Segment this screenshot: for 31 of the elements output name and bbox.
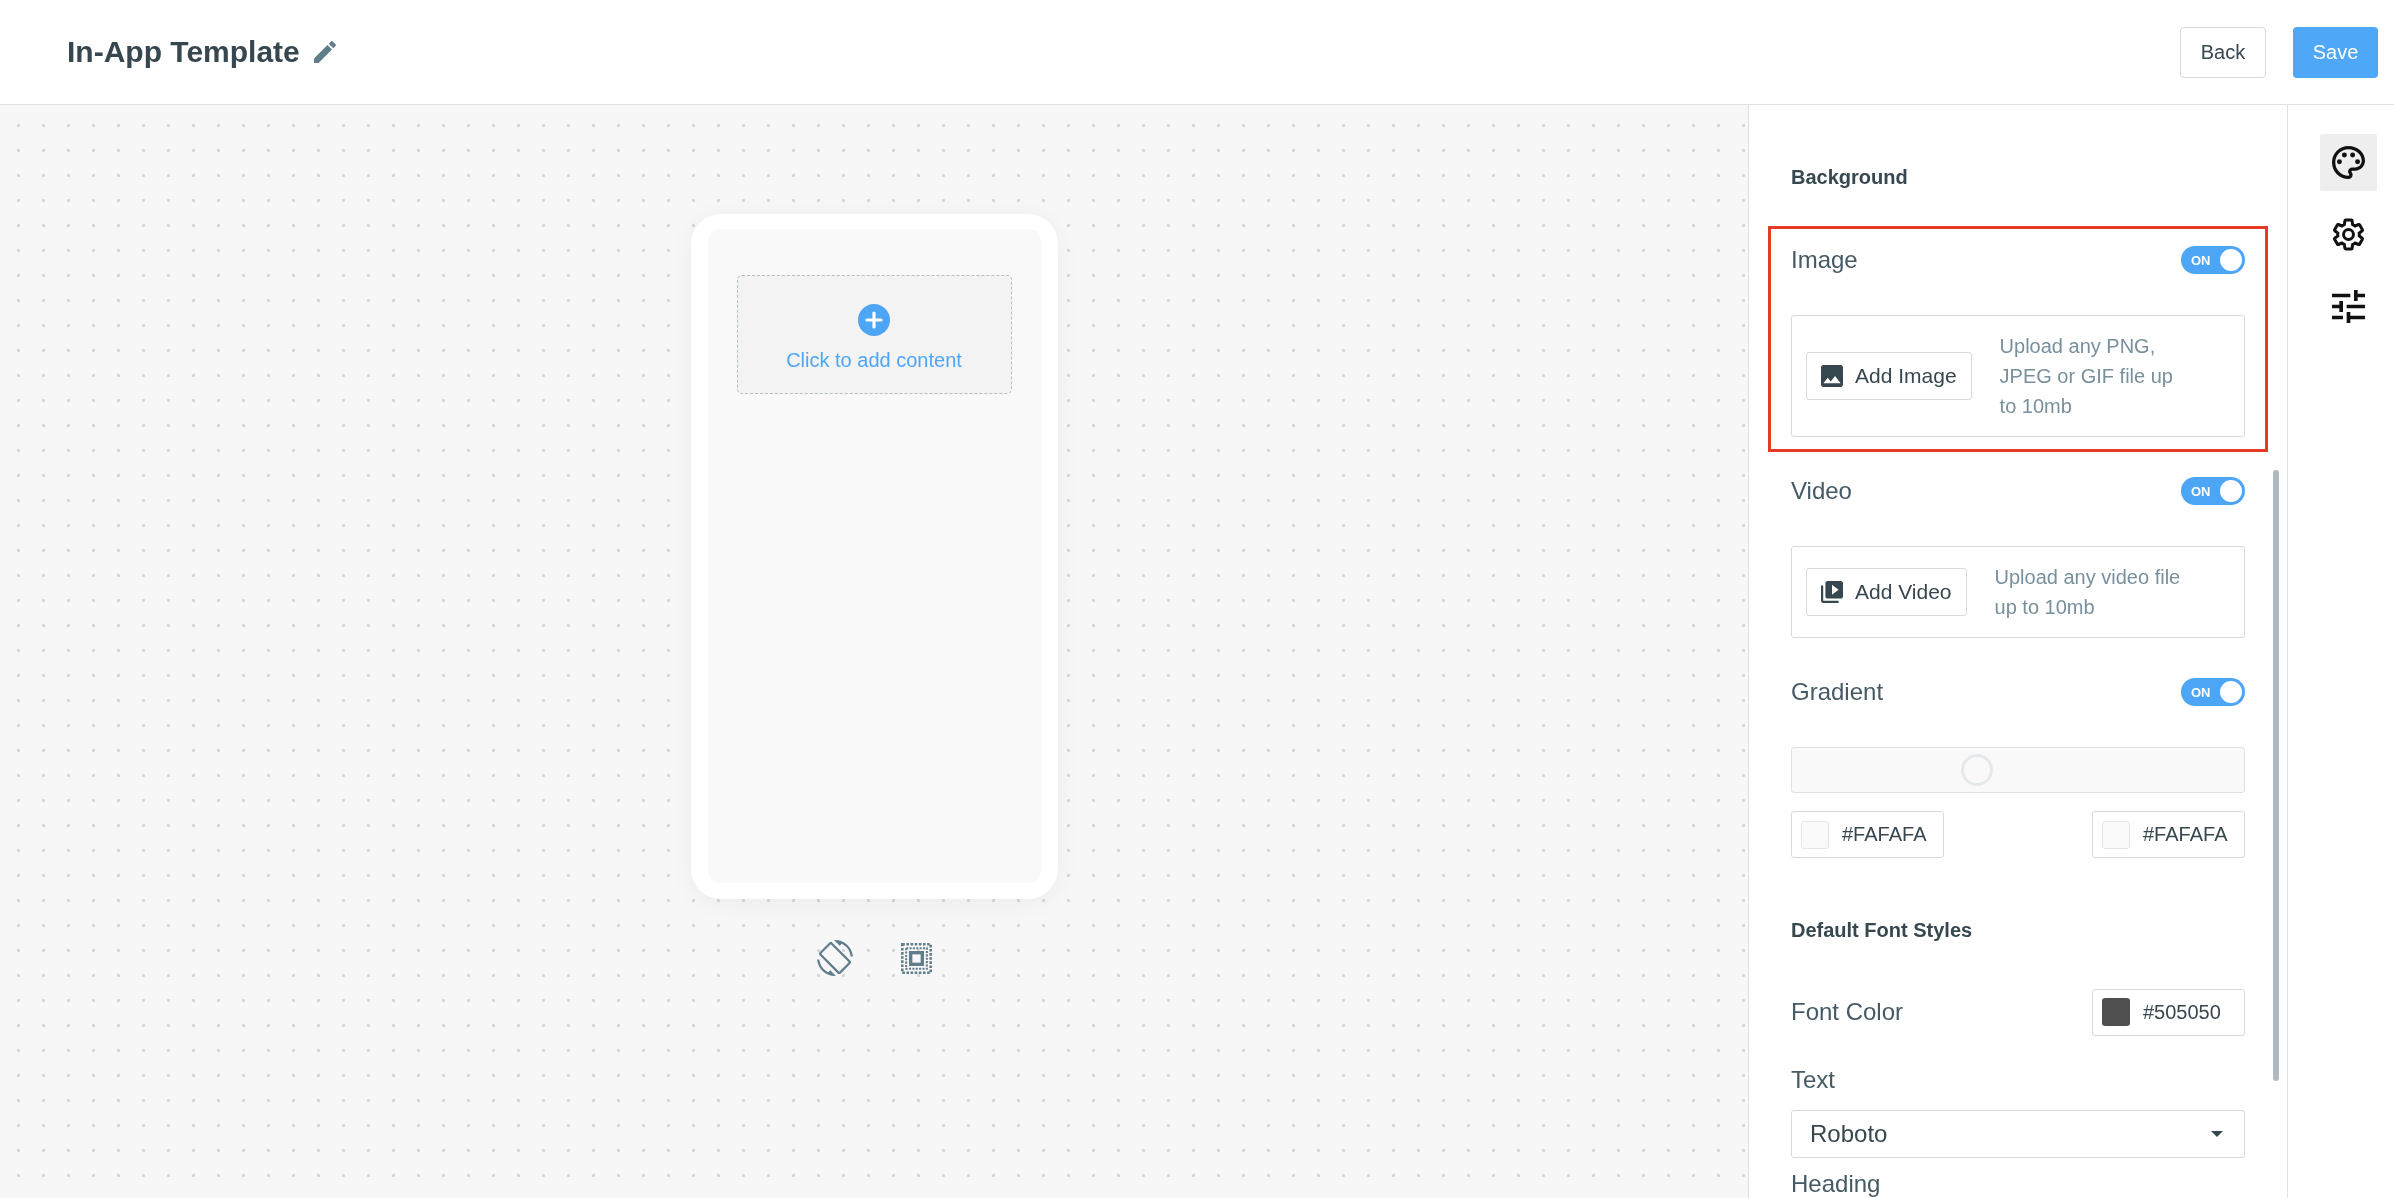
rail-tab[interactable] bbox=[2319, 134, 2377, 191]
section-heading: Default Font Styles bbox=[1791, 918, 1973, 942]
color-field[interactable]: #FAFAFA bbox=[2092, 811, 2245, 858]
image-icon bbox=[1821, 365, 1843, 387]
plus-icon bbox=[858, 304, 890, 336]
video-icon bbox=[1821, 581, 1843, 603]
gradient-track[interactable] bbox=[1791, 747, 2245, 793]
row-label: Video bbox=[1791, 476, 1852, 506]
pencil-icon[interactable] bbox=[313, 41, 336, 63]
settings-icon bbox=[2331, 218, 2365, 251]
field-label: Font Color bbox=[1791, 997, 1904, 1027]
caret-icon bbox=[2211, 1131, 2223, 1137]
rotate-icon[interactable] bbox=[816, 940, 853, 976]
page-title: In-App Template bbox=[67, 34, 300, 70]
section-heading: Background bbox=[1791, 165, 1908, 189]
frame-icon[interactable] bbox=[900, 942, 932, 974]
palette-icon bbox=[2331, 146, 2365, 179]
row-label: Gradient bbox=[1791, 677, 1884, 707]
back-button[interactable]: Back bbox=[2180, 26, 2266, 78]
upload-button[interactable]: Add Image bbox=[1806, 352, 1972, 400]
field-label: Text bbox=[1791, 1065, 1835, 1095]
upload-button[interactable]: Add Video bbox=[1806, 568, 1967, 616]
font-select[interactable]: Roboto bbox=[1791, 1110, 2245, 1158]
upload-hint: Upload any PNG, JPEG or GIF file up to 10mb bbox=[1999, 334, 2174, 419]
upload-hint: Upload any video file up to 10mb bbox=[1994, 565, 2182, 620]
color-field[interactable]: #FAFAFA bbox=[1791, 811, 1944, 858]
scrollbar[interactable] bbox=[2273, 470, 2279, 1081]
color-field[interactable]: #505050 bbox=[2092, 988, 2245, 1036]
field-label: Heading bbox=[1791, 1170, 1881, 1198]
sliders-icon bbox=[2331, 290, 2365, 323]
row-label: Image bbox=[1791, 245, 1858, 275]
